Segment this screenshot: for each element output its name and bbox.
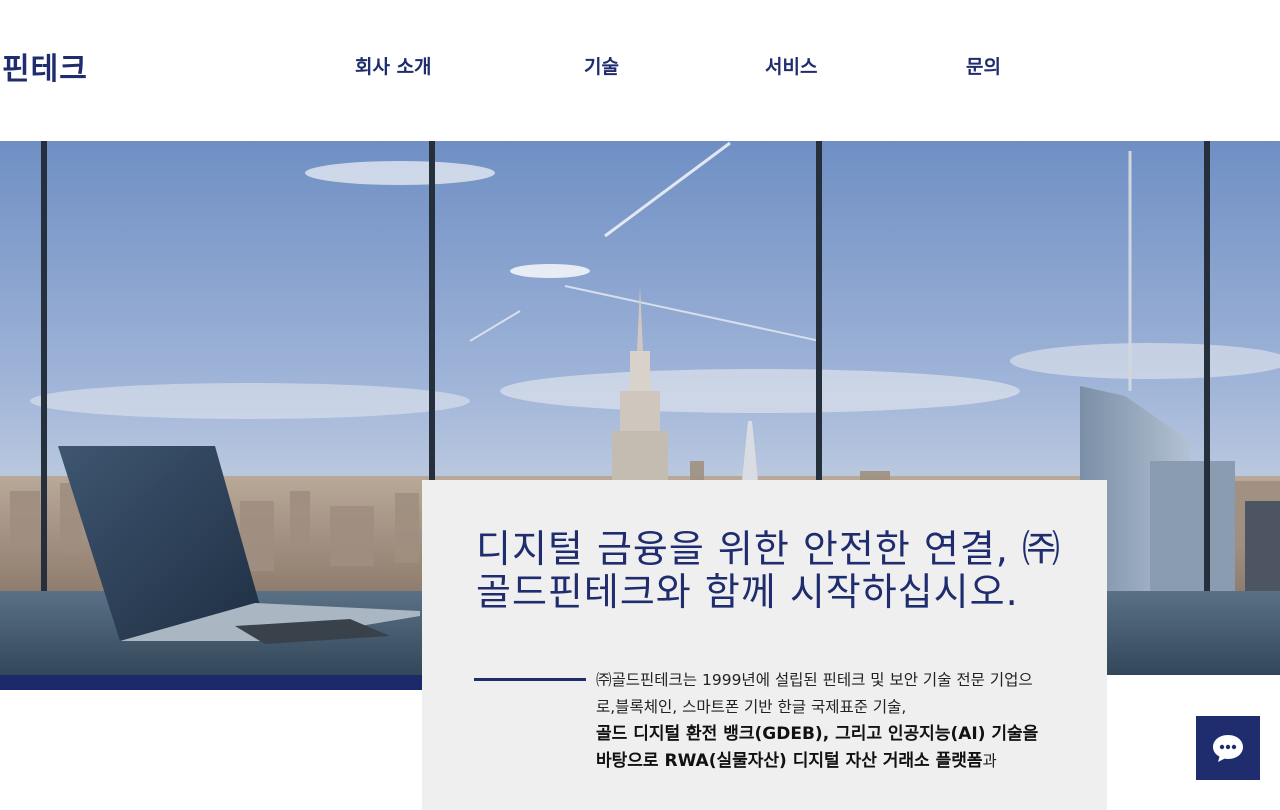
nav-item-services[interactable]: 서비스 <box>765 52 817 79</box>
accent-divider <box>474 678 586 681</box>
chat-button[interactable] <box>1196 716 1260 780</box>
intro-paragraph: ㈜골드핀테크는 1999년에 설립된 핀테크 및 보안 기술 전문 기업으로,블… <box>596 667 1046 775</box>
intro-text-bold: 골드 디지털 환전 뱅크(GDEB), 그리고 인공지능(AI) 기술을 바탕으… <box>596 724 1039 771</box>
nav-item-about[interactable]: 회사 소개 <box>355 52 432 79</box>
hero-accent-stripe <box>0 675 422 690</box>
chat-bubble-icon <box>1196 733 1260 763</box>
nav-item-technology[interactable]: 기술 <box>584 52 619 79</box>
intro-card: 디지털 금융을 위한 안전한 연결, ㈜골드핀테크와 함께 시작하십시오. ㈜골… <box>422 480 1107 810</box>
hero-headline: 디지털 금융을 위한 안전한 연결, ㈜골드핀테크와 함께 시작하십시오. <box>476 527 1061 614</box>
intro-text-tail: 과 <box>982 752 997 770</box>
site-logo[interactable]: 핀테크 <box>2 44 88 88</box>
site-header: 핀테크 회사 소개 기술 서비스 문의 <box>0 0 1280 141</box>
intro-text: ㈜골드핀테크는 1999년에 설립된 핀테크 및 보안 기술 전문 기업으로,블… <box>596 671 1033 716</box>
nav-item-contact[interactable]: 문의 <box>966 52 1001 79</box>
